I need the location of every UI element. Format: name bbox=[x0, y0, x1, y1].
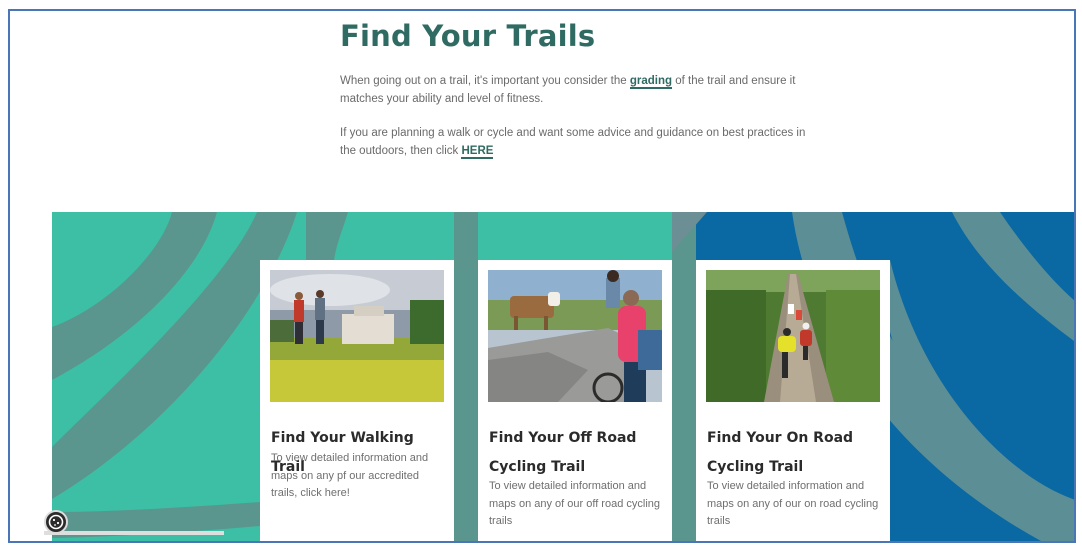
page-title: Find Your Trails bbox=[340, 19, 596, 53]
browser-viewport: Find Your Trails When going out on a tra… bbox=[8, 9, 1076, 543]
card-description: To view detailed information and maps on… bbox=[271, 452, 429, 499]
walking-trail-image bbox=[270, 270, 444, 402]
on-road-cycling-image bbox=[706, 270, 880, 402]
here-link[interactable]: HERE bbox=[461, 145, 494, 159]
cookie-banner-strip bbox=[44, 531, 224, 535]
intro-paragraph-grading: When going out on a trail, it's importan… bbox=[340, 72, 810, 108]
card-title-line: Find Your On Road bbox=[707, 430, 854, 446]
intro-text: If you are planning a walk or cycle and … bbox=[340, 127, 806, 157]
card-title-line: Find Your Off Road bbox=[489, 430, 637, 446]
off-road-cycling-image bbox=[488, 270, 662, 402]
card-description: To view detailed information and maps on… bbox=[489, 480, 661, 527]
cookie-icon-glyph bbox=[48, 514, 64, 530]
card-description: To view detailed information and maps on… bbox=[707, 480, 879, 527]
intro-paragraph-guidance: If you are planning a walk or cycle and … bbox=[340, 124, 810, 160]
off-road-cycling-card[interactable]: Find Your Off Road Cycling Trail To view… bbox=[478, 260, 672, 541]
walking-trail-card[interactable]: Find Your Walking Trail To view detailed… bbox=[260, 260, 454, 541]
trails-band: Find Your Walking Trail To view detailed… bbox=[52, 212, 1074, 541]
intro-text: When going out on a trail, it's importan… bbox=[340, 75, 630, 87]
on-road-cycling-card[interactable]: Find Your On Road Cycling Trail To view … bbox=[696, 260, 890, 541]
grading-link[interactable]: grading bbox=[629, 75, 673, 89]
card-title[interactable]: Find Your On Road Cycling Trail bbox=[707, 424, 887, 482]
cookie-icon[interactable] bbox=[44, 510, 68, 534]
card-title[interactable]: Find Your Off Road Cycling Trail bbox=[489, 424, 669, 482]
